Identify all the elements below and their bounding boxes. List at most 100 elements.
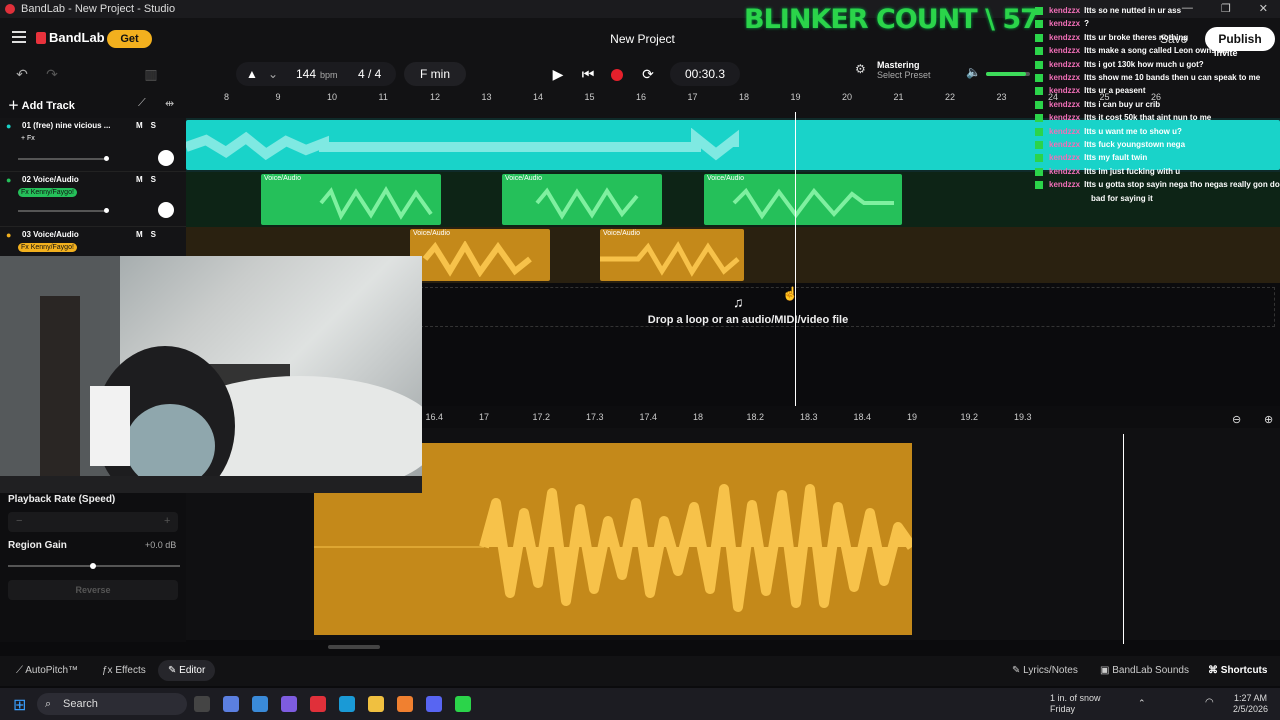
app-icon[interactable] [397, 696, 413, 712]
track-header: ＋ Add Track ⟋ ⇹ [0, 92, 186, 118]
kick-badge-icon [1035, 167, 1043, 176]
key-selector[interactable]: F min [404, 62, 466, 86]
pencil-tool-icon[interactable]: ⟋ [138, 97, 146, 110]
chat-text: Itts u want me to show u? [1084, 126, 1182, 136]
taskbar-search[interactable]: ⌕ Search [37, 693, 187, 715]
redo-icon[interactable]: ↷ [44, 62, 60, 86]
play-icon[interactable]: ▶ [550, 62, 566, 86]
chat-message: kendzzx Itts u gotta stop sayin nega tho … [1032, 178, 1280, 191]
reverse-button[interactable]: Reverse [8, 580, 178, 600]
chat-text: Itts fuck youngstown nega [1084, 140, 1186, 150]
app-icon[interactable] [455, 696, 471, 712]
drop-zone[interactable]: ♫ Drop a loop or an audio/MIDI/video fil… [420, 287, 1275, 327]
chat-text: Itts ur broke theres nothing [1084, 32, 1189, 42]
mixer-icon[interactable]: ▥ [142, 62, 160, 86]
store-icon[interactable] [252, 696, 268, 712]
file-explorer-icon[interactable] [368, 696, 384, 712]
chevron-up-icon[interactable]: ⌃ [1138, 698, 1146, 709]
weather-widget[interactable]: 1 in. of snow Friday [1050, 693, 1101, 715]
taskbar-clock[interactable]: 1:27 AM 2/5/2026 [1233, 693, 1268, 715]
fx-preset-badge[interactable]: Fx Kenny/Faygo! [18, 188, 77, 197]
track-volume-slider[interactable] [18, 156, 109, 161]
bandlab-logo[interactable]: BandLab [36, 30, 105, 45]
windows-start-icon[interactable]: ⊞ [13, 695, 26, 715]
chat-text: Itts i can buy ur crib [1084, 99, 1161, 109]
discord-icon[interactable] [426, 696, 442, 712]
ruler-tick-label: 19 [790, 92, 801, 102]
record-button[interactable] [611, 69, 623, 81]
lyrics-notes-button[interactable]: ✎ Lyrics/Notes [1012, 665, 1078, 676]
chat-username: kendzzx [1049, 126, 1081, 136]
editor-ruler-tick-label: 17.3 [586, 412, 604, 422]
task-view-icon[interactable] [194, 696, 210, 712]
effects-tab[interactable]: ƒx Effects [102, 665, 146, 676]
tempo-value[interactable]: 144 [296, 62, 316, 86]
window-title: BandLab - New Project - Studio [21, 3, 176, 15]
pan-knob[interactable] [158, 202, 174, 218]
chat-message: kendzzx Itts fuck youngstown nega [1032, 138, 1280, 151]
ruler-tick-label: 21 [893, 92, 904, 102]
split-tool-icon[interactable]: ⇹ [165, 97, 174, 110]
audio-region[interactable]: Voice/Audio [704, 174, 902, 225]
horizontal-scrollbar[interactable] [328, 645, 380, 649]
zoom-out-icon[interactable]: ⊖ [1232, 413, 1241, 426]
kick-badge-icon [1035, 74, 1043, 83]
mute-solo[interactable]: MS [136, 175, 164, 184]
cursor-pointer-icon: ☝ [782, 286, 799, 301]
edge-icon[interactable] [339, 696, 355, 712]
chat-username: kendzzx [1049, 113, 1081, 123]
zoom-in-icon[interactable]: ⊕ [1264, 413, 1273, 426]
speaker-icon[interactable]: 🔈 [966, 65, 981, 79]
region-properties-panel: Playback Rate (Speed) − + Region Gain +0… [0, 492, 186, 642]
hamburger-menu-icon[interactable] [12, 31, 26, 46]
fx-preset-badge[interactable]: Fx Kenny/Faygo! [18, 243, 77, 252]
metronome-icon[interactable]: ▲ [246, 62, 258, 86]
mute-solo[interactable]: MS [136, 230, 164, 239]
rewind-icon[interactable]: ⏮ [580, 62, 596, 86]
track-volume-slider[interactable] [18, 208, 109, 213]
mastering-button[interactable]: ⚙ Mastering Select Preset [855, 60, 931, 80]
chat-message: kendzzx Itts i got 130k how much u got? [1032, 58, 1280, 71]
autopitch-tab[interactable]: ⟋ AutoPitch™ [16, 665, 78, 676]
bandlab-sounds-button[interactable]: ▣ BandLab Sounds [1100, 665, 1189, 676]
waveform [319, 186, 433, 221]
shortcuts-button[interactable]: ⌘ Shortcuts [1208, 665, 1267, 676]
editor-playhead[interactable] [1123, 434, 1124, 644]
wifi-icon[interactable]: ◠ [1205, 697, 1214, 708]
ruler-tick-label: 11 [378, 92, 388, 102]
loop-icon[interactable]: ⟳ [640, 62, 656, 86]
pan-knob[interactable] [158, 150, 174, 166]
editor-ruler-tick-label: 19.3 [1014, 412, 1032, 422]
plus-icon[interactable]: + [164, 515, 170, 527]
time-signature[interactable]: 4 / 4 [358, 62, 381, 86]
add-fx-button[interactable]: + Fx [18, 134, 38, 143]
playback-rate-stepper[interactable]: − + [8, 512, 178, 532]
app-icon[interactable] [281, 696, 297, 712]
audio-region[interactable]: Voice/Audio [410, 229, 550, 281]
audio-region[interactable]: Voice/Audio [261, 174, 441, 225]
playback-rate-label: Playback Rate (Speed) [8, 494, 116, 505]
undo-icon[interactable]: ↶ [14, 62, 30, 86]
copilot-icon[interactable] [223, 696, 239, 712]
chat-message: kendzzx Itts so ne nutted in ur ass [1032, 4, 1280, 17]
ruler-tick-label: 8 [224, 92, 230, 102]
mute-solo[interactable]: MS [136, 121, 164, 130]
chevron-down-icon[interactable]: ⌄ [268, 62, 278, 86]
track-name[interactable]: 02 Voice/Audio [22, 175, 79, 184]
playhead[interactable] [795, 112, 796, 406]
minus-icon[interactable]: − [16, 515, 22, 527]
track-name[interactable]: 01 (free) nine vicious ... [22, 121, 110, 130]
bottom-toolbar: ⟋ AutoPitch™ ƒx Effects ✎ Editor ✎ Lyric… [0, 656, 1280, 686]
get-membership-button[interactable]: Get [107, 30, 152, 48]
bandlab-taskbar-icon[interactable] [310, 696, 326, 712]
track-name[interactable]: 03 Voice/Audio [22, 230, 79, 239]
ruler-tick-label: 9 [275, 92, 281, 102]
project-title[interactable]: New Project [580, 32, 705, 46]
master-volume-slider[interactable] [986, 72, 1030, 76]
editor-tab[interactable]: ✎ Editor [158, 660, 216, 681]
audio-region[interactable]: Voice/Audio [502, 174, 662, 225]
add-track-button[interactable]: ＋ Add Track [8, 97, 75, 113]
region-gain-slider[interactable] [8, 563, 180, 569]
audio-region[interactable]: Voice/Audio [600, 229, 744, 281]
chat-text: bad for saying it [1091, 193, 1153, 203]
